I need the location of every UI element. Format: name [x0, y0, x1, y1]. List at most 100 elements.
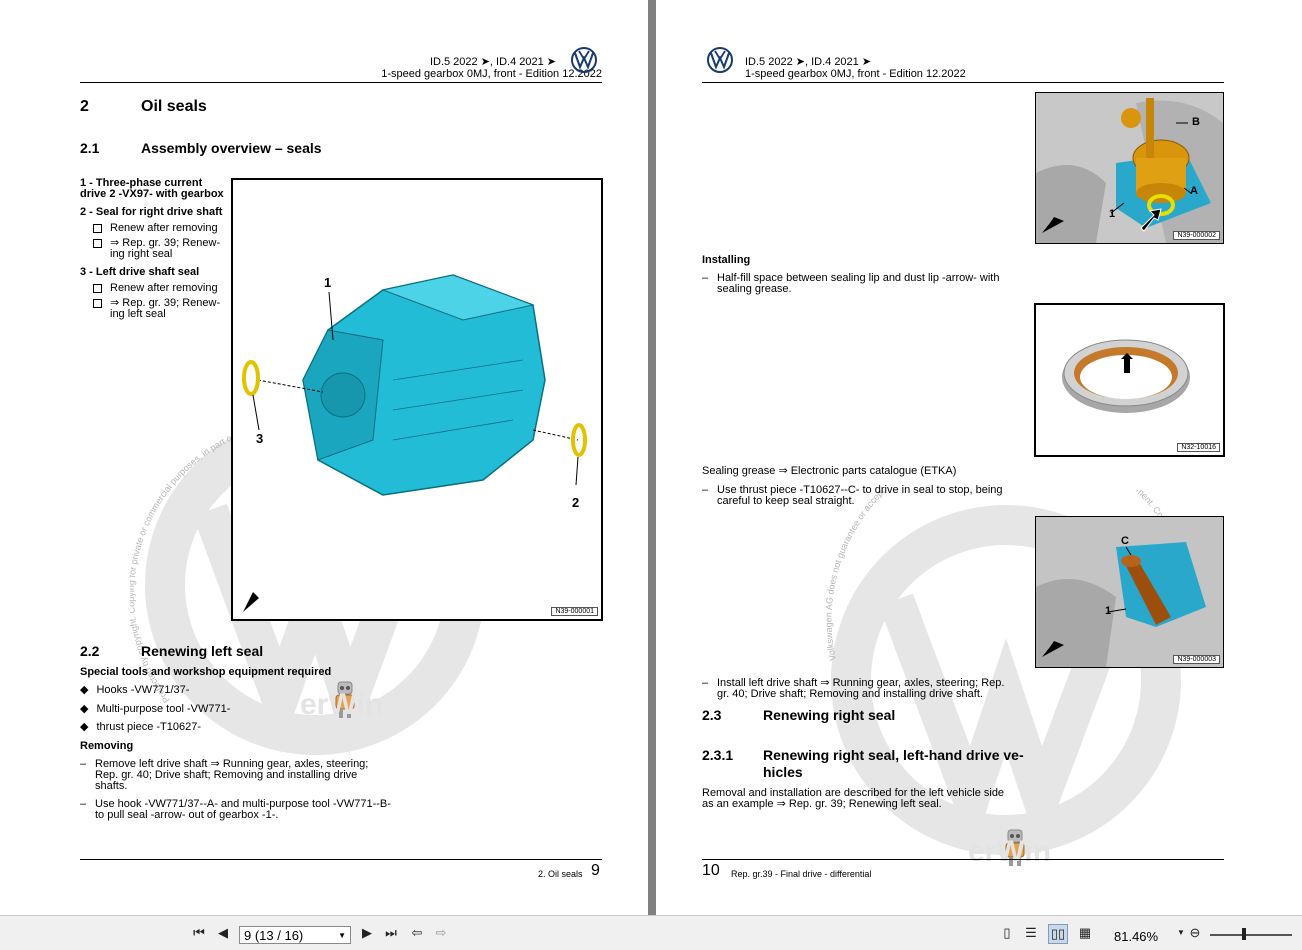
removing-step-1-cont: shafts.: [95, 780, 128, 792]
last-page-button[interactable]: ⏭: [382, 924, 400, 942]
legend-3-bullet-2-cont: ing left seal: [110, 308, 166, 320]
figure-code: N39-000001: [551, 607, 598, 616]
continuous-view-icon[interactable]: ☰: [1022, 924, 1040, 942]
forward-view-icon[interactable]: ⇨: [432, 924, 450, 942]
callout-1: 1: [1109, 208, 1116, 220]
diamond-bullet-icon: ◆: [80, 684, 89, 696]
legend-2-title: 2 - Seal for right drive shaft: [80, 206, 223, 218]
header-line-1: ID.5 2022 ➤, ID.4 2021 ➤: [745, 56, 872, 68]
section-number: 2: [80, 98, 89, 115]
seal-ring-illustration: [1062, 339, 1190, 413]
install-photo-1: B A 1 N39-000002: [1035, 92, 1224, 244]
figure-code: N32-10016: [1177, 443, 1220, 452]
tool-item: ◆ Hooks -VW771/37-: [80, 684, 190, 696]
legend-1-title-cont: drive 2 -VX97- with gearbox: [80, 188, 224, 200]
orientation-arrow-icon: [243, 592, 259, 612]
header-line-2: 1-speed gearbox 0MJ, front - Edition 12.…: [381, 68, 602, 80]
grease-note: Sealing grease ⇒ Electronic parts catalo…: [702, 465, 957, 477]
legend-3-title: 3 - Left drive shaft seal: [80, 266, 200, 278]
step-dash: –: [80, 798, 87, 810]
vw-logo-icon: [571, 47, 597, 73]
legend-2-bullet-1: Renew after removing: [93, 223, 218, 234]
facing-view-icon[interactable]: ▯▯: [1048, 924, 1068, 944]
chevron-down-icon: ▼: [338, 931, 346, 940]
page-number: 9: [591, 862, 600, 879]
step-dash: –: [702, 272, 709, 284]
legend-3-bullet-1: Renew after removing: [93, 283, 218, 294]
page-selector[interactable]: 9 (13 / 16) ▼: [239, 926, 351, 944]
tool-item: ◆ thrust piece -T10627-: [80, 721, 202, 733]
zoom-slider-handle[interactable]: [1242, 928, 1246, 940]
header-rule: [702, 82, 1224, 83]
callout-1: 1: [1105, 605, 1112, 617]
install-photo-2: C 1 N39-000003: [1035, 516, 1224, 668]
footer-label: 2. Oil seals: [538, 869, 583, 879]
step-dash: –: [702, 484, 709, 496]
subsection-title: Renewing right seal, left-hand drive ve-: [763, 747, 1024, 763]
subsection-number: 2.3: [702, 707, 722, 723]
zoom-slider[interactable]: [1210, 934, 1292, 936]
step-dash: –: [80, 758, 87, 770]
subsection-title-cont: hicles: [763, 764, 803, 780]
callout-1: 1: [324, 275, 332, 290]
back-view-icon[interactable]: ⇦: [408, 924, 426, 942]
installing-heading: Installing: [702, 254, 751, 266]
gearbox-illustration: [242, 274, 587, 612]
single-page-view-icon[interactable]: ▯: [998, 924, 1016, 942]
thrust-piece-photo: [1036, 517, 1223, 667]
watermark-brand: erWin: [300, 688, 384, 721]
subsection-number: 2.1: [80, 140, 100, 156]
section-title: Oil seals: [141, 98, 207, 115]
callout-2: 2: [572, 495, 580, 510]
subsection-title: Assembly overview – seals: [141, 140, 322, 156]
next-page-button[interactable]: ▶: [358, 924, 376, 942]
tool-item: ◆ Multi-purpose tool -VW771-: [80, 703, 231, 715]
callout-c: C: [1121, 535, 1129, 547]
removing-step-2-cont: to pull seal -arrow- out of gearbox -1-.: [95, 809, 279, 821]
right-page: Volkswagen AG does not guarantee or acce…: [656, 0, 1302, 915]
removing-heading: Removing: [80, 740, 134, 752]
viewer-toolbar: ⏮ ◀ 9 (13 / 16) ▼ ▶ ⏭ ⇦ ⇨ ▯ ☰ ▯▯ ▦ 81.46…: [0, 915, 1302, 950]
first-page-button[interactable]: ⏮: [190, 924, 208, 942]
assembly-figure: 1 2 3 N39-000001: [231, 178, 603, 621]
seal-figure: N32-10016: [1034, 303, 1225, 457]
checkbox-icon: [93, 223, 102, 233]
checkbox-icon: [93, 298, 102, 308]
previous-page-button[interactable]: ◀: [214, 924, 232, 942]
callout-b: B: [1192, 116, 1200, 128]
left-page: Protected by copyright. Copying for priv…: [0, 0, 648, 915]
diamond-bullet-icon: ◆: [80, 721, 89, 733]
callout-a: A: [1190, 185, 1198, 197]
checkbox-icon: [93, 283, 102, 293]
page-indicator: 9 (13 / 16): [244, 928, 304, 943]
continuous-facing-view-icon[interactable]: ▦: [1076, 924, 1094, 942]
note-line-2: as an example ⇒ Rep. gr. 39; Renewing le…: [702, 798, 942, 810]
header-rule: [80, 82, 602, 83]
figure-code: N39-000002: [1173, 231, 1220, 240]
callout-3: 3: [256, 431, 264, 446]
vw-logo-icon: [707, 47, 733, 73]
zoom-level[interactable]: 81.46%: [1114, 929, 1158, 944]
legend-2-bullet-2-cont: ing right seal: [110, 248, 173, 260]
subsection-number: 2.2: [80, 643, 100, 659]
checkbox-icon: [93, 238, 102, 248]
header-line-2: 1-speed gearbox 0MJ, front - Edition 12.…: [745, 68, 966, 80]
tools-heading: Special tools and workshop equipment req…: [80, 666, 332, 678]
diamond-bullet-icon: ◆: [80, 703, 89, 715]
install-step-3-cont: gr. 40; Drive shaft; Removing and instal…: [717, 688, 983, 700]
watermark-brand: erWin: [968, 835, 1052, 868]
zoom-out-icon[interactable]: ⊖: [1186, 924, 1204, 942]
subsection-title: Renewing right seal: [763, 707, 896, 723]
header-line-1: ID.5 2022 ➤, ID.4 2021 ➤: [429, 56, 556, 68]
footer-rule: [80, 859, 602, 860]
removing-step-1-cont: Rep. gr. 40; Drive shaft; Removing and i…: [95, 769, 358, 781]
install-step-2-cont: careful to keep seal straight.: [717, 495, 855, 507]
page-number: 10: [702, 862, 720, 879]
footer-label: Rep. gr.39 - Final drive - differential: [731, 869, 872, 879]
subsection-number: 2.3.1: [702, 747, 734, 763]
figure-code: N39-000003: [1173, 655, 1220, 664]
step-dash: –: [702, 677, 709, 689]
footer-rule: [702, 859, 1224, 860]
install-step-1-cont: sealing grease.: [717, 283, 792, 295]
subsection-title: Renewing left seal: [141, 643, 264, 659]
